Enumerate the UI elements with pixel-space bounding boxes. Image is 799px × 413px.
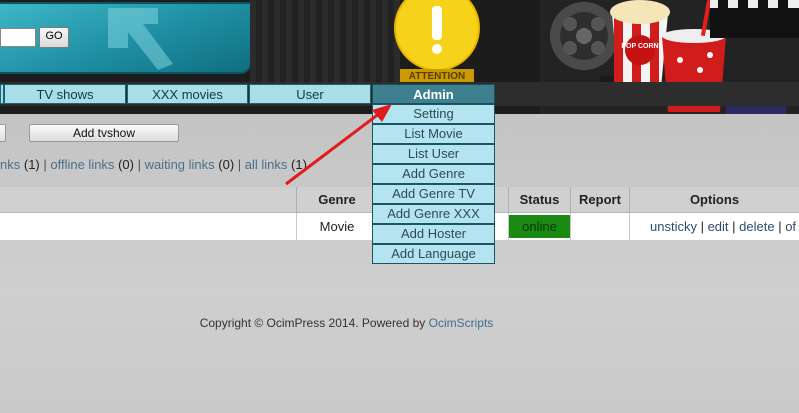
- separator: |: [696, 219, 708, 234]
- cell-report: [571, 213, 630, 240]
- edit-link[interactable]: edit: [708, 219, 729, 234]
- cell-language: [494, 213, 509, 240]
- menu-item-add-hoster[interactable]: Add Hoster: [372, 224, 495, 244]
- table-header-title: [0, 187, 297, 213]
- online-links-count: (1): [23, 157, 40, 172]
- links-summary: nks (1) | offline links (0) | waiting li…: [0, 157, 307, 172]
- nav-item-tv-shows[interactable]: TV shows: [4, 84, 126, 104]
- copyright-text: Copyright © OcimPress 2014. Powered by: [199, 316, 429, 330]
- menu-item-add-genre-xxx[interactable]: Add Genre XXX: [372, 204, 495, 224]
- add-movie-button[interactable]: [0, 124, 6, 142]
- separator: |: [39, 157, 51, 172]
- separator: |: [133, 157, 145, 172]
- menu-item-list-movie[interactable]: List Movie: [372, 124, 495, 144]
- menu-item-add-genre-tv[interactable]: Add Genre TV: [372, 184, 495, 204]
- cell-genre: Movie: [297, 213, 378, 240]
- menu-item-add-genre[interactable]: Add Genre: [372, 164, 495, 184]
- footer: Copyright © OcimPress 2014. Powered by O…: [0, 316, 693, 330]
- separator: |: [728, 219, 740, 234]
- menu-item-add-language[interactable]: Add Language: [372, 244, 495, 264]
- all-links-link[interactable]: all links: [245, 157, 288, 172]
- offline-link[interactable]: of: [785, 219, 796, 234]
- table-header-language: [494, 187, 509, 213]
- separator: |: [774, 219, 786, 234]
- nav-item-admin[interactable]: Admin: [372, 84, 495, 104]
- nav-item-user[interactable]: User: [249, 84, 371, 104]
- attention-icon: ATTENTION: [394, 0, 480, 82]
- offline-links-link[interactable]: offline links: [50, 157, 114, 172]
- ocimscripts-link[interactable]: OcimScripts: [429, 316, 494, 330]
- menu-item-setting[interactable]: Setting: [372, 104, 495, 124]
- add-tvshow-button[interactable]: Add tvshow: [29, 124, 179, 142]
- offline-links-count: (0): [118, 157, 134, 172]
- waiting-links-count: (0): [218, 157, 235, 172]
- table-header-report: Report: [571, 187, 630, 213]
- online-links-link[interactable]: nks: [0, 157, 20, 172]
- table-header-status: Status: [509, 187, 571, 213]
- search-input[interactable]: [0, 28, 36, 47]
- attention-label: ATTENTION: [409, 71, 465, 82]
- banner-arrow-icon: [108, 8, 173, 70]
- header-banner-panel: [0, 2, 252, 74]
- delete-link[interactable]: delete: [739, 219, 774, 234]
- cell-status: online: [509, 213, 571, 240]
- table-header-options: Options: [630, 187, 799, 213]
- header-film-strip: [250, 0, 400, 82]
- waiting-links-link[interactable]: waiting links: [145, 157, 215, 172]
- unsticky-link[interactable]: unsticky: [650, 219, 697, 234]
- status-badge: online: [509, 215, 570, 238]
- cell-title: [0, 213, 297, 240]
- nav-item-xxx-movies[interactable]: XXX movies: [127, 84, 248, 104]
- all-links-count: (1): [291, 157, 307, 172]
- table-header-genre: Genre: [297, 187, 378, 213]
- popcorn-label: POP CORN: [621, 43, 658, 50]
- cell-options: unsticky | edit | delete | of: [630, 213, 799, 240]
- menu-item-list-user[interactable]: List User: [372, 144, 495, 164]
- separator: |: [234, 157, 245, 172]
- search-go-button[interactable]: GO: [39, 27, 69, 48]
